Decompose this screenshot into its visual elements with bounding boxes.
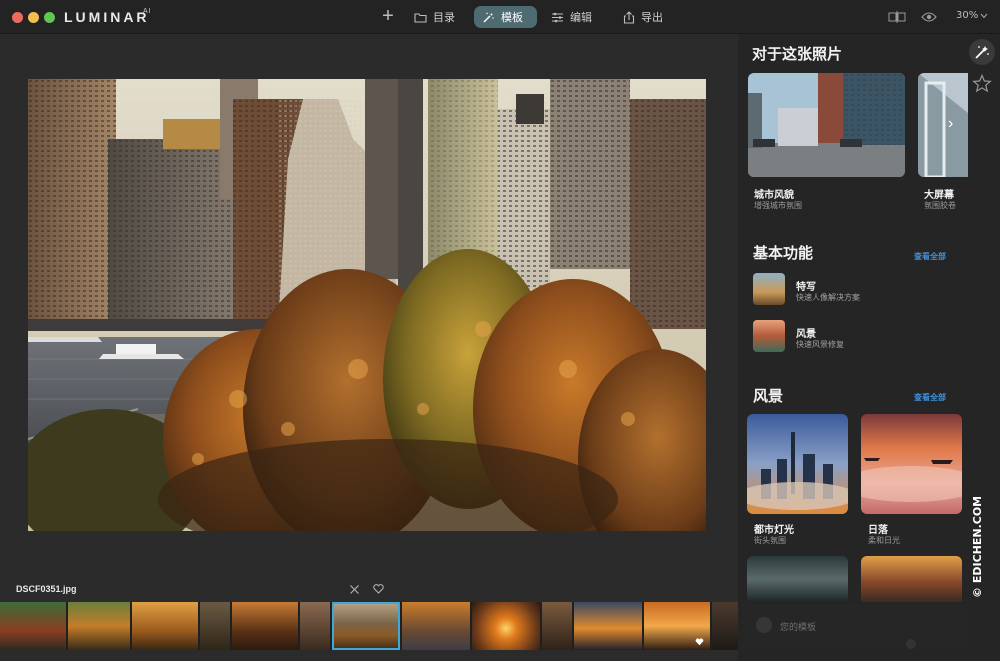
filmstrip-thumb[interactable] — [542, 602, 572, 650]
tab-edit[interactable]: 编辑 — [543, 6, 602, 28]
see-all-link-landscape[interactable]: 查看全部 — [914, 392, 946, 403]
filmstrip-thumb[interactable] — [472, 602, 540, 650]
share-icon — [623, 10, 635, 24]
template-card-sub: 街头氛围 — [754, 536, 786, 545]
close-window-button[interactable] — [12, 12, 23, 23]
section-title-for-this-photo: 对于这张照片 — [752, 45, 843, 63]
top-toolbar: LUMINAR AI + 目录 模板 编辑 导出 30% — [0, 0, 1000, 34]
section-title-landscape: 风景 — [753, 387, 784, 405]
template-card-label: 日落 — [868, 525, 888, 536]
filmstrip-thumb[interactable] — [644, 602, 710, 650]
filmstrip-thumb[interactable] — [132, 602, 198, 650]
tab-export-label: 导出 — [641, 11, 663, 24]
filmstrip-thumb[interactable] — [574, 602, 642, 650]
minimize-window-button[interactable] — [28, 12, 39, 23]
tab-templates[interactable]: 模板 — [474, 6, 537, 28]
template-card-partial[interactable] — [747, 556, 848, 602]
filmstrip-thumb[interactable] — [0, 602, 66, 650]
my-templates-label[interactable]: 您的模板 — [780, 620, 816, 633]
watermark-text: © EDICHEN.COM — [971, 496, 984, 598]
sunset-thumbnail — [861, 414, 962, 514]
template-card-sub: 柔和日光 — [868, 536, 900, 545]
eye-icon[interactable] — [921, 11, 937, 23]
filmstrip-thumb[interactable] — [68, 602, 130, 650]
tab-templates-label: 模板 — [501, 11, 523, 24]
reject-icon[interactable] — [349, 584, 360, 595]
filmstrip-thumb[interactable] — [300, 602, 330, 650]
folder-icon — [414, 12, 427, 23]
template-card-sub: 氛围胶卷 — [924, 201, 956, 210]
template-card-city-lights[interactable] — [747, 414, 848, 514]
zoom-level[interactable]: 30% — [956, 10, 978, 21]
app-logo: LUMINAR — [64, 9, 150, 25]
template-card-label: 都市灯光 — [754, 525, 794, 536]
essentials-item-title[interactable]: 风景 — [796, 325, 816, 340]
template-card-sunset[interactable] — [861, 414, 962, 514]
tab-edit-label: 编辑 — [570, 11, 592, 24]
sliders-icon — [552, 12, 563, 22]
my-templates-icon — [756, 617, 772, 633]
filmstrip-thumb[interactable] — [200, 602, 230, 650]
filmstrip-thumb-selected[interactable] — [332, 602, 400, 650]
city-lights-thumbnail — [747, 414, 848, 514]
template-card-partial[interactable] — [861, 556, 962, 602]
templates-sidebar-button[interactable] — [969, 39, 995, 65]
chevron-down-icon[interactable] — [980, 13, 988, 19]
tab-export[interactable]: 导出 — [615, 6, 673, 28]
essentials-item-sub: 快速风景修复 — [796, 340, 844, 349]
main-photo-canvas[interactable] — [28, 79, 706, 531]
compare-view-icon[interactable] — [888, 11, 906, 23]
filmstrip — [0, 602, 738, 650]
template-card-cityscape[interactable] — [748, 73, 905, 177]
add-photos-button[interactable]: + — [378, 6, 398, 26]
maximize-window-button[interactable] — [44, 12, 55, 23]
essentials-item-sub: 快速人像解决方案 — [796, 293, 860, 302]
tab-library-label: 目录 — [433, 11, 455, 24]
section-title-essentials: 基本功能 — [753, 244, 814, 262]
favorite-heart-icon — [695, 638, 704, 646]
essentials-item-title[interactable]: 特写 — [796, 278, 816, 293]
favorite-heart-icon[interactable] — [373, 584, 384, 594]
see-all-link-essentials[interactable]: 查看全部 — [914, 251, 946, 262]
carousel-next-arrow[interactable]: › — [948, 115, 953, 133]
template-card-sub: 增强城市氛围 — [754, 201, 802, 210]
magic-wand-icon — [483, 12, 494, 22]
star-icon[interactable] — [972, 74, 992, 93]
template-card-label: 城市风貌 — [754, 190, 794, 201]
photo-filename: DSCF0351.jpg — [16, 584, 77, 594]
filmstrip-thumb[interactable] — [712, 602, 738, 650]
magic-wand-icon — [975, 46, 989, 59]
panel-indicator-dot — [906, 639, 916, 649]
big-screen-thumbnail — [918, 73, 968, 177]
template-card-label: 大屏幕 — [924, 190, 954, 201]
template-card-big-screen[interactable] — [918, 73, 968, 177]
filmstrip-thumb[interactable] — [402, 602, 470, 650]
filmstrip-thumb[interactable] — [232, 602, 298, 650]
app-logo-suffix: AI — [143, 8, 152, 15]
landscape-template-thumb[interactable] — [753, 320, 785, 352]
cityscape-thumbnail — [748, 73, 905, 177]
luminar-window: LUMINAR AI + 目录 模板 编辑 导出 30% DSCF0351.jp… — [0, 0, 1000, 661]
my-templates-bar — [742, 604, 967, 650]
portrait-template-thumb[interactable] — [753, 273, 785, 305]
city-skyline-photo — [28, 79, 706, 531]
watermark-label: © EDICHEN.COM — [971, 496, 984, 598]
tab-library[interactable]: 目录 — [406, 6, 465, 28]
